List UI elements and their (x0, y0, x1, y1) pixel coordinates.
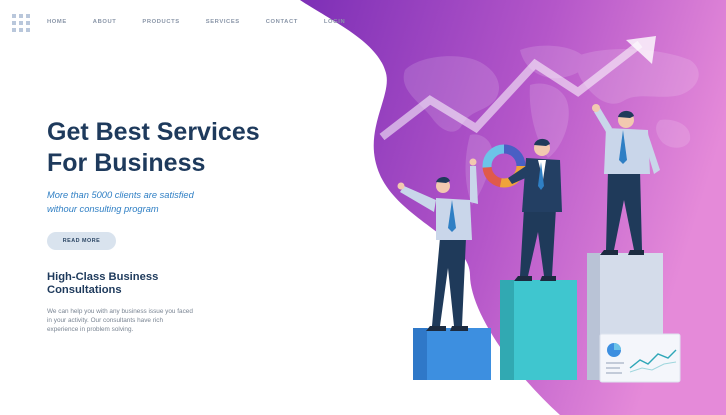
report-card (599, 333, 681, 383)
hero-illustration (397, 104, 681, 383)
businessman-left (397, 158, 478, 331)
landing-page: HOME ABOUT PRODUCTS SERVICES CONTACT LOG… (0, 0, 726, 415)
businessman-right (592, 104, 660, 255)
podium-blue (413, 328, 491, 380)
podium-teal (500, 280, 577, 380)
